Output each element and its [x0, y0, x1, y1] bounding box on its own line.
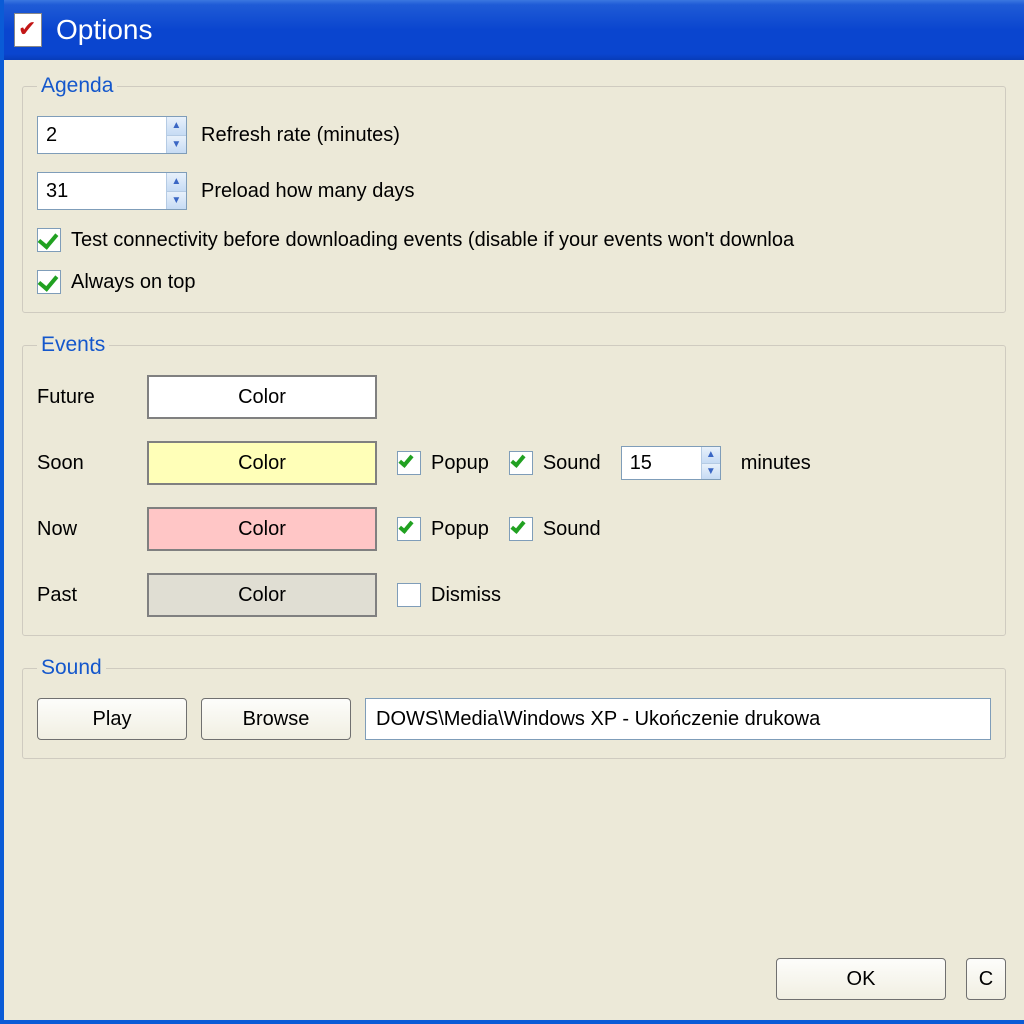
options-window: Options Agenda ▲ ▼ Refresh rate (minutes…: [0, 0, 1024, 1024]
past-dismiss-checkbox[interactable]: Dismiss: [397, 583, 501, 607]
checkbox-box[interactable]: [397, 451, 421, 475]
now-color-button[interactable]: Color: [147, 507, 377, 551]
now-label: Now: [37, 518, 127, 541]
future-label: Future: [37, 386, 127, 409]
soon-sound-checkbox[interactable]: Sound: [509, 451, 601, 475]
now-sound-checkbox[interactable]: Sound: [509, 517, 601, 541]
cancel-button[interactable]: C: [966, 958, 1006, 1000]
past-label: Past: [37, 584, 127, 607]
soon-minutes-unit: minutes: [741, 452, 811, 475]
soon-label: Soon: [37, 452, 127, 475]
chevron-down-icon[interactable]: ▼: [702, 464, 720, 480]
events-legend: Events: [37, 333, 109, 357]
checkbox-box[interactable]: [397, 583, 421, 607]
soon-popup-label: Popup: [431, 452, 489, 475]
agenda-group: Agenda ▲ ▼ Refresh rate (minutes) ▲ ▼: [22, 74, 1006, 313]
sound-legend: Sound: [37, 656, 106, 680]
refresh-rate-label: Refresh rate (minutes): [201, 124, 400, 147]
window-body: Agenda ▲ ▼ Refresh rate (minutes) ▲ ▼: [4, 60, 1024, 944]
app-icon: [14, 13, 42, 47]
refresh-rate-spinner[interactable]: ▲ ▼: [37, 116, 187, 154]
ok-button[interactable]: OK: [776, 958, 946, 1000]
test-connectivity-checkbox[interactable]: Test connectivity before downloading eve…: [37, 228, 794, 252]
soon-sound-label: Sound: [543, 452, 601, 475]
sound-group: Sound Play Browse DOWS\Media\Windows XP …: [22, 656, 1006, 759]
always-on-top-label: Always on top: [71, 271, 196, 294]
chevron-up-icon[interactable]: ▲: [167, 117, 186, 136]
soon-color-button[interactable]: Color: [147, 441, 377, 485]
play-button[interactable]: Play: [37, 698, 187, 740]
soon-popup-checkbox[interactable]: Popup: [397, 451, 489, 475]
dialog-footer: OK C: [4, 944, 1024, 1020]
chevron-up-icon[interactable]: ▲: [167, 173, 186, 192]
past-dismiss-label: Dismiss: [431, 584, 501, 607]
checkbox-box[interactable]: [37, 228, 61, 252]
test-connectivity-label: Test connectivity before downloading eve…: [71, 229, 794, 252]
past-color-button[interactable]: Color: [147, 573, 377, 617]
preload-days-label: Preload how many days: [201, 180, 414, 203]
checkbox-box[interactable]: [509, 451, 533, 475]
soon-minutes-spinner[interactable]: ▲ ▼: [621, 446, 721, 480]
preload-days-input[interactable]: [38, 173, 166, 209]
events-group: Events Future Color Soon Color Popup: [22, 333, 1006, 636]
chevron-down-icon[interactable]: ▼: [167, 136, 186, 154]
chevron-up-icon[interactable]: ▲: [702, 447, 720, 464]
checkbox-box[interactable]: [397, 517, 421, 541]
agenda-legend: Agenda: [37, 74, 117, 98]
checkbox-box[interactable]: [509, 517, 533, 541]
soon-minutes-input[interactable]: [622, 447, 701, 479]
titlebar[interactable]: Options: [4, 0, 1024, 60]
window-title: Options: [56, 14, 153, 46]
sound-path-field[interactable]: DOWS\Media\Windows XP - Ukończenie druko…: [365, 698, 991, 740]
checkbox-box[interactable]: [37, 270, 61, 294]
chevron-down-icon[interactable]: ▼: [167, 192, 186, 210]
browse-button[interactable]: Browse: [201, 698, 351, 740]
now-popup-label: Popup: [431, 518, 489, 541]
always-on-top-checkbox[interactable]: Always on top: [37, 270, 196, 294]
refresh-rate-input[interactable]: [38, 117, 166, 153]
future-color-button[interactable]: Color: [147, 375, 377, 419]
now-popup-checkbox[interactable]: Popup: [397, 517, 489, 541]
preload-days-spinner[interactable]: ▲ ▼: [37, 172, 187, 210]
now-sound-label: Sound: [543, 518, 601, 541]
